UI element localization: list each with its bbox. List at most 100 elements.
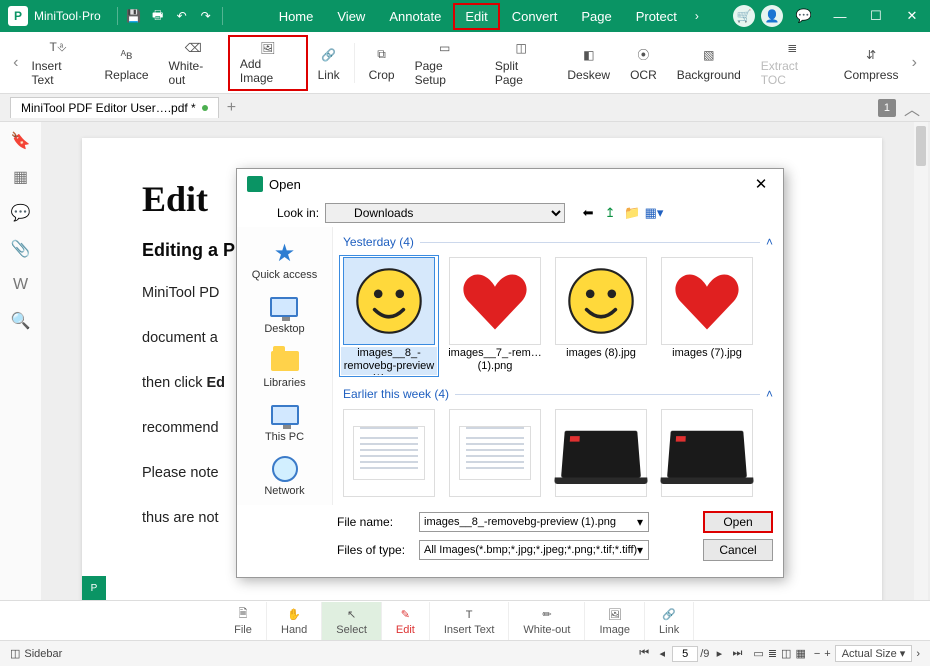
fields-icon[interactable]: W: [10, 274, 32, 296]
ribbon-scroll-left[interactable]: ‹: [10, 54, 22, 72]
dialog-close-button[interactable]: ✕: [749, 175, 773, 193]
menu-page[interactable]: Page: [569, 3, 623, 30]
cart-icon[interactable]: 🛒: [733, 5, 755, 27]
group-earlier[interactable]: Earlier this week (4)˄: [341, 383, 775, 405]
view-single-icon[interactable]: ▭: [753, 647, 763, 660]
view-menu-icon[interactable]: ▦▾: [645, 204, 663, 222]
close-button[interactable]: ✕: [894, 0, 930, 32]
nav-up-icon[interactable]: ↥: [601, 204, 619, 222]
app-name: MiniTool·Pro: [34, 9, 101, 23]
file-item[interactable]: [447, 409, 543, 497]
tool-crop[interactable]: ⧉Crop: [359, 35, 405, 91]
attachments-icon[interactable]: 📎: [10, 238, 32, 260]
menu-home[interactable]: Home: [267, 3, 326, 30]
dialog-app-icon: [247, 176, 263, 192]
tool-add-image[interactable]: 🖼Add Image: [228, 35, 308, 91]
file-item[interactable]: [659, 409, 755, 497]
menu-convert[interactable]: Convert: [500, 3, 570, 30]
collapse-ribbon-icon[interactable]: ︿: [904, 96, 920, 120]
tool-split-page[interactable]: ◫Split Page: [485, 35, 558, 91]
chevron-down-icon[interactable]: ▾: [637, 515, 643, 529]
file-item[interactable]: images__8_-removebg-preview (1).png: [341, 257, 437, 375]
document-tab[interactable]: MiniTool PDF Editor User….pdf *: [10, 97, 219, 118]
tool-deskew[interactable]: ◧Deskew: [557, 35, 620, 91]
sidebar-icon: ◫: [10, 647, 20, 660]
file-item[interactable]: [341, 409, 437, 497]
place-network[interactable]: Network: [260, 449, 308, 503]
zoom-out-button[interactable]: −: [814, 648, 820, 660]
zoom-more-icon[interactable]: ›: [916, 648, 920, 660]
new-tab-button[interactable]: +: [227, 99, 236, 117]
menu-protect[interactable]: Protect: [624, 3, 689, 30]
zoom-select[interactable]: Actual Size ▾: [835, 645, 913, 662]
comments-icon[interactable]: 💬: [10, 202, 32, 224]
place-libraries[interactable]: Libraries: [259, 341, 309, 395]
btool-edit[interactable]: ✎Edit: [382, 602, 430, 640]
open-button[interactable]: Open: [703, 511, 773, 533]
place-this-pc[interactable]: This PC: [261, 395, 308, 449]
lookin-select[interactable]: Downloads: [325, 203, 565, 223]
save-icon[interactable]: 💾: [122, 4, 146, 28]
place-desktop[interactable]: Desktop: [260, 287, 308, 341]
btool-link[interactable]: 🔗Link: [645, 602, 694, 640]
file-item[interactable]: images (8).jpg: [553, 257, 649, 375]
sidebar-toggle[interactable]: ◫ Sidebar: [10, 647, 62, 660]
file-item[interactable]: images (7).jpg: [659, 257, 755, 375]
chevron-up-icon[interactable]: ˄: [766, 387, 773, 401]
tool-link[interactable]: 🔗Link: [308, 35, 350, 91]
ribbon-toolbar: ‹ T⎀Insert Text ᴬʙReplace ⌫White-out 🖼Ad…: [0, 32, 930, 94]
redo-icon[interactable]: ↷: [194, 4, 218, 28]
group-yesterday[interactable]: Yesterday (4)˄: [341, 231, 775, 253]
tool-whiteout[interactable]: ⌫White-out: [159, 35, 228, 91]
filetype-select[interactable]: [419, 540, 649, 560]
new-folder-icon[interactable]: 📁: [623, 204, 641, 222]
tool-ocr[interactable]: ⦿OCR: [620, 35, 667, 91]
first-page-button[interactable]: ⏮: [636, 646, 652, 662]
bookmark-icon[interactable]: 🔖: [10, 130, 32, 152]
tool-page-setup[interactable]: ▭Page Setup: [405, 35, 485, 91]
prev-page-button[interactable]: ◂: [654, 646, 670, 662]
place-quick-access[interactable]: ★Quick access: [248, 233, 321, 287]
tool-compress[interactable]: ⇵Compress: [834, 35, 909, 91]
tool-background[interactable]: ▧Background: [667, 35, 751, 91]
btool-hand[interactable]: ✋Hand: [267, 602, 322, 640]
tool-replace[interactable]: ᴬʙReplace: [95, 35, 159, 91]
view-mode-icons: ▭ ≣ ◫ ▦: [753, 647, 805, 660]
tool-insert-text[interactable]: T⎀Insert Text: [22, 35, 95, 91]
zoom-in-button[interactable]: +: [824, 648, 830, 660]
menu-annotate[interactable]: Annotate: [377, 3, 453, 30]
menu-view[interactable]: View: [325, 3, 377, 30]
btool-select[interactable]: ↖Select: [322, 602, 382, 640]
btool-image[interactable]: 🖼Image: [585, 602, 645, 640]
btool-whiteout[interactable]: ✏White-out: [509, 602, 585, 640]
feedback-icon[interactable]: 💬: [786, 0, 822, 32]
ribbon-scroll-right[interactable]: ›: [908, 54, 920, 72]
maximize-button[interactable]: ☐: [858, 0, 894, 32]
filename-input[interactable]: [419, 512, 649, 532]
undo-icon[interactable]: ↶: [170, 4, 194, 28]
view-book-icon[interactable]: ▦: [795, 647, 805, 660]
file-item[interactable]: [553, 409, 649, 497]
minimize-button[interactable]: —: [822, 0, 858, 32]
btool-insert-text[interactable]: TInsert Text: [430, 602, 510, 640]
search-icon[interactable]: 🔍: [10, 310, 32, 332]
chevron-down-icon[interactable]: ▾: [637, 543, 643, 557]
chevron-up-icon[interactable]: ˄: [766, 235, 773, 249]
file-item[interactable]: images__7_-rem… (1).png: [447, 257, 543, 375]
modified-indicator: [202, 105, 208, 111]
menu-edit[interactable]: Edit: [453, 3, 499, 30]
vertical-scrollbar[interactable]: [914, 122, 928, 610]
btool-file[interactable]: 🗎File: [220, 602, 267, 640]
view-facing-icon[interactable]: ◫: [781, 647, 791, 660]
user-icon[interactable]: 👤: [761, 5, 783, 27]
thumbnails-icon[interactable]: ▦: [10, 166, 32, 188]
next-page-button[interactable]: ▸: [711, 646, 727, 662]
page-number-input[interactable]: [672, 646, 698, 662]
view-continuous-icon[interactable]: ≣: [768, 647, 777, 660]
menu-more-icon[interactable]: ›: [689, 9, 705, 23]
last-page-button[interactable]: ⏭: [729, 646, 745, 662]
print-icon[interactable]: 🖶: [146, 4, 170, 28]
nav-back-icon[interactable]: ⬅: [579, 204, 597, 222]
cancel-button[interactable]: Cancel: [703, 539, 773, 561]
eraser-icon: ⌫: [182, 39, 204, 57]
